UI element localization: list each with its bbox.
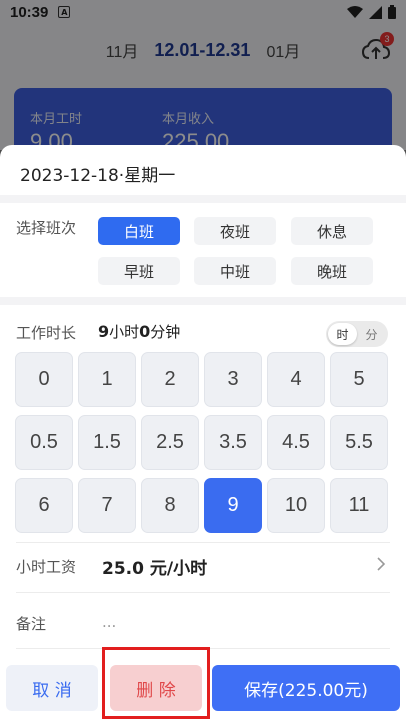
chevron-right-icon[interactable]	[376, 557, 386, 571]
shift-label: 选择班次	[16, 219, 77, 237]
note-label: 备注	[16, 615, 47, 633]
note-input[interactable]: ...	[102, 613, 116, 631]
key-7[interactable]: 7	[78, 478, 136, 533]
shift-rest-button[interactable]: 休息	[291, 217, 373, 245]
unit-minute-option[interactable]: 分	[357, 323, 386, 345]
wage-value[interactable]: 25.0 元/小时	[102, 554, 207, 579]
key-2-5[interactable]: 2.5	[141, 415, 199, 470]
shift-evening-button[interactable]: 晚班	[291, 257, 373, 285]
divider	[0, 195, 406, 203]
shift-night-button[interactable]: 夜班	[194, 217, 276, 245]
key-8[interactable]: 8	[141, 478, 199, 533]
key-4-5[interactable]: 4.5	[267, 415, 325, 470]
key-0[interactable]: 0	[15, 352, 73, 407]
divider	[0, 297, 406, 305]
key-1[interactable]: 1	[78, 352, 136, 407]
hours-keypad: 0 1 2 3 4 5 0.5 1.5 2.5 3.5 4.5 5.5 6 7 …	[15, 352, 389, 535]
shift-middle-button[interactable]: 中班	[194, 257, 276, 285]
key-4[interactable]: 4	[267, 352, 325, 407]
key-0-5[interactable]: 0.5	[15, 415, 73, 470]
hours-number: 9	[98, 322, 110, 341]
unit-hour-option[interactable]: 时	[328, 323, 357, 345]
key-3[interactable]: 3	[204, 352, 262, 407]
key-1-5[interactable]: 1.5	[78, 415, 136, 470]
key-9[interactable]: 9	[204, 478, 262, 533]
sheet-date: 2023-12-18·星期一	[20, 166, 176, 186]
hours-value: 9小时0分钟	[98, 321, 180, 342]
delete-highlight-box	[102, 647, 210, 719]
edit-shift-sheet: 2023-12-18·星期一 选择班次 白班 夜班 休息 早班 中班 晚班 工作…	[0, 145, 406, 720]
shift-day-button[interactable]: 白班	[98, 217, 180, 245]
shift-early-button[interactable]: 早班	[98, 257, 180, 285]
hours-unit: 小时	[109, 323, 140, 341]
key-5-5[interactable]: 5.5	[330, 415, 388, 470]
save-button[interactable]: 保存(225.00元)	[212, 665, 400, 711]
divider	[16, 592, 390, 593]
wage-label: 小时工资	[16, 558, 77, 576]
minutes-number: 0	[139, 322, 151, 341]
key-6[interactable]: 6	[15, 478, 73, 533]
unit-toggle[interactable]: 时 分	[326, 321, 388, 347]
hours-label: 工作时长	[16, 324, 77, 342]
key-2[interactable]: 2	[141, 352, 199, 407]
key-3-5[interactable]: 3.5	[204, 415, 262, 470]
key-10[interactable]: 10	[267, 478, 325, 533]
cancel-button[interactable]: 取 消	[6, 665, 98, 711]
key-11[interactable]: 11	[330, 478, 388, 533]
minutes-unit: 分钟	[150, 323, 181, 341]
divider	[16, 542, 390, 543]
key-5[interactable]: 5	[330, 352, 388, 407]
